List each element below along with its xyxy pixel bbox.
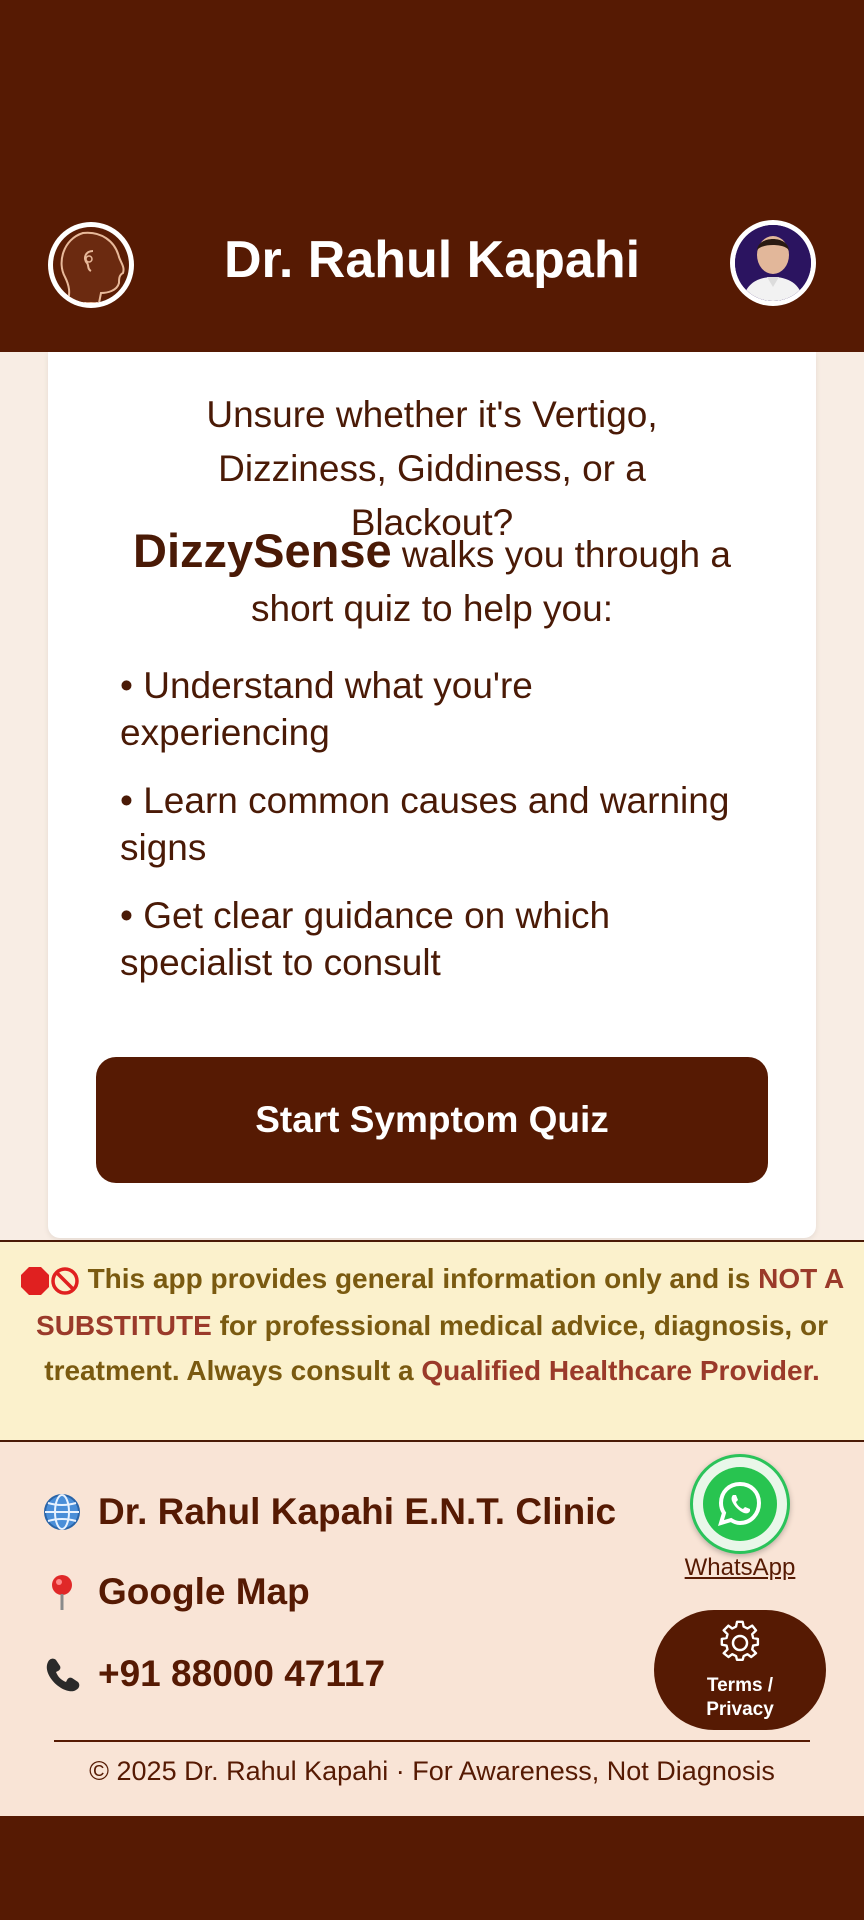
map-link[interactable]: Google Map	[40, 1570, 310, 1614]
terms-label: Terms / Privacy	[706, 1674, 774, 1720]
whatsapp-icon	[703, 1467, 777, 1541]
disclaimer-text-1: This app provides general information on…	[87, 1263, 759, 1294]
phone-link[interactable]: +91 88000 47117	[40, 1652, 385, 1696]
brand-name: DizzySense	[133, 524, 392, 577]
prohibited-icon	[50, 1258, 80, 1303]
clinic-link[interactable]: Dr. Rahul Kapahi E.N.T. Clinic	[40, 1490, 616, 1534]
copyright-text: © 2025 Dr. Rahul Kapahi · For Awareness,…	[89, 1756, 775, 1786]
benefit-list: • Understand what you're experiencing • …	[120, 662, 740, 1007]
map-label: Google Map	[98, 1571, 310, 1612]
start-quiz-button[interactable]: Start Symptom Quiz	[96, 1057, 768, 1183]
stop-icon	[20, 1258, 50, 1303]
disclaimer-text-3: .	[811, 1355, 820, 1387]
whatsapp-link[interactable]: WhatsApp	[672, 1554, 808, 1582]
ear-profile-logo[interactable]	[48, 222, 134, 308]
avatar-image	[735, 225, 811, 301]
globe-icon	[40, 1490, 84, 1534]
logo-image	[53, 227, 129, 303]
phone-icon	[40, 1652, 84, 1696]
list-item: • Learn common causes and warning signs	[120, 780, 730, 868]
disclaimer-banner: This app provides general information on…	[0, 1240, 864, 1442]
brand-line: DizzySense walks you through a short qui…	[48, 524, 816, 636]
clinic-label: Dr. Rahul Kapahi E.N.T. Clinic	[98, 1491, 617, 1532]
app-header	[0, 0, 864, 352]
intro-card: Unsure whether it's Vertigo, Dizziness, …	[48, 352, 816, 1238]
footer-divider	[54, 1740, 810, 1742]
bottom-bar	[0, 1816, 864, 1920]
doctor-avatar[interactable]	[730, 220, 816, 306]
gear-icon	[718, 1619, 762, 1668]
whatsapp-button[interactable]	[690, 1454, 790, 1554]
list-item: • Understand what you're experiencing	[120, 665, 533, 753]
phone-label: +91 88000 47117	[98, 1653, 386, 1694]
pin-icon	[40, 1570, 84, 1614]
page-title: Dr. Rahul Kapahi	[223, 231, 641, 289]
list-item: • Get clear guidance on which specialist…	[120, 895, 611, 983]
disclaimer-emphasis-2: Qualified Healthcare Provider	[421, 1355, 812, 1387]
terms-privacy-button[interactable]: Terms / Privacy	[654, 1610, 826, 1730]
